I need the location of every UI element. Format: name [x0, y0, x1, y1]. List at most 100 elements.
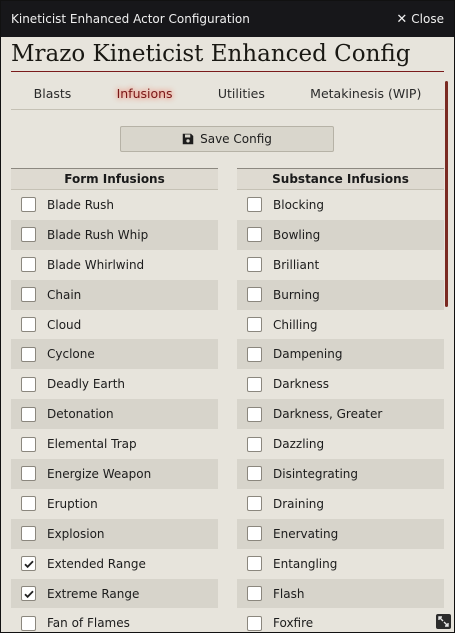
list-item[interactable]: Brilliant [237, 250, 444, 280]
title-divider [11, 71, 444, 72]
list-item[interactable]: Cyclone [11, 339, 218, 370]
list-item[interactable]: Disintegrating [237, 459, 444, 489]
list-item[interactable]: Enervating [237, 518, 444, 549]
checkbox[interactable] [21, 466, 36, 482]
list-item[interactable]: Eruption [11, 489, 218, 519]
list-item[interactable]: Deadly Earth [11, 369, 218, 399]
resize-icon [438, 616, 449, 627]
checkbox[interactable] [21, 227, 36, 243]
list-item[interactable]: Flash [237, 578, 444, 609]
list-item-label: Blade Rush [47, 197, 114, 212]
checkbox[interactable] [247, 346, 262, 362]
checkbox[interactable] [21, 346, 36, 362]
tab-blasts[interactable]: Blasts [32, 84, 74, 103]
checkbox[interactable] [247, 466, 262, 482]
list-item[interactable]: Bowling [237, 219, 444, 250]
substance-infusions-list: Blocking Bowling Brilliant Burning Chilling D… [237, 190, 444, 632]
form-infusions-column: Form Infusions Blade Rush Blade Rush Whip… [11, 168, 218, 632]
window-titlebar[interactable]: Kineticist Enhanced Actor Configuration … [1, 1, 454, 37]
checkbox[interactable] [247, 586, 262, 602]
checkbox[interactable] [247, 317, 262, 332]
checkbox[interactable] [21, 257, 36, 273]
list-item-label: Energize Weapon [47, 466, 152, 481]
floppy-disk-icon [182, 133, 194, 145]
resize-handle[interactable] [436, 614, 451, 629]
list-item[interactable]: Chain [11, 279, 218, 310]
list-item-label: Cloud [47, 317, 82, 332]
checkbox[interactable] [21, 615, 36, 631]
checkbox[interactable] [247, 257, 262, 273]
list-item-label: Blade Whirlwind [47, 257, 145, 272]
list-item[interactable]: Darkness [237, 369, 444, 399]
list-item[interactable]: Entangling [237, 549, 444, 579]
checkbox[interactable] [247, 556, 262, 572]
tab-metakinesis[interactable]: Metakinesis (WIP) [308, 84, 423, 103]
checkbox[interactable] [247, 615, 262, 631]
tab-infusions[interactable]: Infusions [115, 84, 175, 103]
list-item[interactable]: Darkness, Greater [237, 399, 444, 430]
list-item[interactable]: Blade Rush Whip [11, 219, 218, 250]
checkbox[interactable] [247, 436, 262, 452]
close-button[interactable]: ✕ Close [396, 12, 444, 27]
list-item[interactable]: Blocking [237, 190, 444, 220]
checkbox[interactable] [247, 406, 262, 422]
window-title: Kineticist Enhanced Actor Configuration [11, 12, 250, 26]
list-item[interactable]: Blade Rush [11, 190, 218, 220]
list-item[interactable]: Cloud [11, 310, 218, 340]
list-item[interactable]: Dampening [237, 339, 444, 370]
list-item-label: Explosion [47, 526, 105, 541]
checkbox[interactable] [21, 556, 36, 572]
list-item-label: Extreme Range [47, 586, 140, 601]
page-title: Mrazo Kineticist Enhanced Config [11, 41, 411, 67]
list-item-label: Eruption [47, 496, 98, 511]
checkbox[interactable] [21, 406, 36, 422]
form-infusions-header: Form Infusions [11, 168, 218, 190]
list-item[interactable]: Detonation [11, 399, 218, 430]
list-item[interactable]: Elemental Trap [11, 429, 218, 459]
list-item[interactable]: Extreme Range [11, 578, 218, 609]
list-item[interactable]: Extended Range [11, 549, 218, 579]
list-item[interactable]: Chilling [237, 310, 444, 340]
list-item-label: Darkness [273, 377, 329, 392]
checkbox[interactable] [21, 376, 36, 392]
list-item[interactable]: Draining [237, 489, 444, 519]
list-item-label: Entangling [273, 556, 338, 571]
checkbox[interactable] [247, 197, 262, 213]
close-label: Close [411, 12, 444, 26]
list-item-label: Foxfire [273, 616, 314, 631]
list-item[interactable]: Energize Weapon [11, 459, 218, 489]
list-item-label: Blocking [273, 197, 325, 212]
list-item-label: Burning [273, 287, 320, 302]
checkbox[interactable] [247, 496, 262, 512]
window-content: Mrazo Kineticist Enhanced Config Blasts … [1, 37, 454, 632]
checkbox[interactable] [21, 436, 36, 452]
list-item-label: Dampening [273, 347, 343, 362]
checkbox[interactable] [247, 227, 262, 243]
checkbox[interactable] [247, 526, 262, 542]
checkbox[interactable] [21, 287, 36, 303]
checkbox[interactable] [21, 496, 36, 512]
form-infusions-list: Blade Rush Blade Rush Whip Blade Whirlwind… [11, 190, 218, 632]
checkbox[interactable] [247, 287, 262, 303]
checkbox[interactable] [21, 197, 36, 213]
list-item[interactable]: Fan of Flames [11, 608, 218, 632]
list-item-label: Chain [47, 287, 82, 302]
checkbox[interactable] [21, 586, 36, 602]
list-item[interactable]: Burning [237, 279, 444, 310]
list-item[interactable]: Foxfire [237, 608, 444, 632]
scrollbar-thumb[interactable] [445, 81, 448, 307]
tab-utilities[interactable]: Utilities [216, 84, 267, 103]
checkbox[interactable] [21, 317, 36, 332]
list-item-label: Elemental Trap [47, 437, 137, 452]
list-item[interactable]: Explosion [11, 518, 218, 549]
save-config-button[interactable]: Save Config [120, 126, 334, 152]
checkbox[interactable] [247, 376, 262, 392]
list-item-label: Extended Range [47, 556, 146, 571]
list-item-label: Enervating [273, 526, 339, 541]
list-item[interactable]: Blade Whirlwind [11, 250, 218, 280]
checkbox[interactable] [21, 526, 36, 542]
config-window: Kineticist Enhanced Actor Configuration … [0, 0, 455, 633]
list-item-label: Deadly Earth [47, 377, 126, 392]
list-item-label: Fan of Flames [47, 616, 130, 631]
list-item[interactable]: Dazzling [237, 429, 444, 459]
